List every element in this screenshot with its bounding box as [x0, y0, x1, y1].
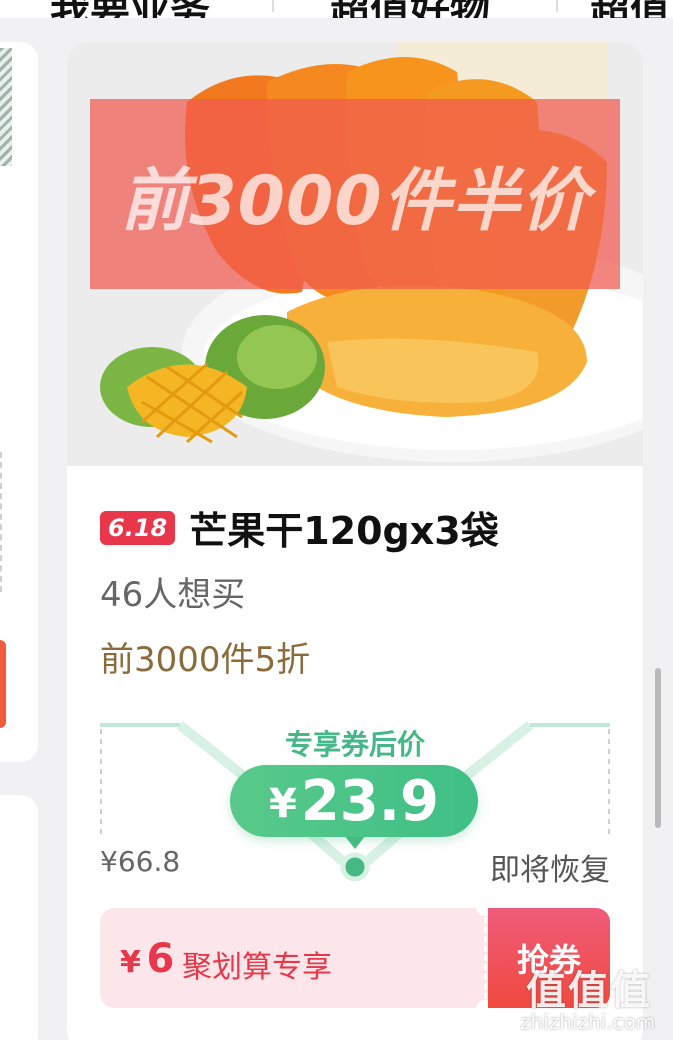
left-card-button-partial[interactable] — [0, 640, 6, 728]
top-tab-3[interactable]: 超值 — [590, 0, 670, 18]
scrollbar[interactable] — [655, 668, 661, 828]
product-title-row[interactable]: 6.18 芒果干120gx3袋 — [100, 500, 499, 555]
coupon-price-pill: ¥ 23.9 — [230, 765, 478, 837]
price-restore-note: 即将恢复 — [490, 853, 610, 888]
coupon-amount: ¥ 6 — [120, 936, 174, 982]
coupon-amount-value: 6 — [146, 936, 175, 982]
promo-text: 前3000件5折 — [100, 640, 311, 680]
coupon-yen: ¥ — [120, 945, 141, 980]
promo-banner: 前3000件半价 — [90, 99, 620, 289]
page: 我要业务 超值好物 超值 — [0, 0, 673, 1040]
coupon-price-label: 专享券后价 — [284, 728, 425, 761]
left-card-dashed-line — [0, 452, 2, 592]
watermark-url: zhizhizhi.com — [520, 1010, 656, 1034]
top-tab-1[interactable]: 我要业务 — [50, 0, 210, 18]
tab-divider — [272, 0, 274, 12]
top-tab-2[interactable]: 超值好物 — [330, 0, 490, 18]
tab-divider — [556, 0, 558, 12]
coupon-perforation — [484, 908, 487, 1008]
watermark-logo: 值值值 — [526, 968, 652, 1014]
left-card-image-partial — [0, 48, 12, 166]
coupon-price-value: 23.9 — [300, 768, 439, 834]
product-title[interactable]: 芒果干120gx3袋 — [189, 500, 498, 555]
promo-banner-text: 前3000件半价 — [120, 161, 590, 241]
price-currency: ¥ — [268, 781, 297, 827]
sale-event-tag: 6.18 — [100, 510, 176, 545]
top-tab-strip: 我要业务 超值好物 超值 — [0, 0, 673, 18]
product-image[interactable]: 前3000件半价 — [67, 42, 643, 466]
site-watermark: 值值值 zhizhizhi.com — [520, 958, 670, 1038]
left-product-card-2-partial[interactable] — [0, 795, 38, 1040]
original-price: ¥66.8 — [100, 845, 181, 878]
wants-count: 46人想买 — [100, 575, 246, 615]
price-panel: 专享券后价 ¥ 23.9 ¥66.8 即将恢复 — [100, 717, 610, 892]
coupon-description: 聚划算专享 — [182, 950, 332, 985]
product-card[interactable]: 前3000件半价 6.18 芒果干120gx3袋 46人想买 前3000件5折 … — [67, 42, 643, 1040]
